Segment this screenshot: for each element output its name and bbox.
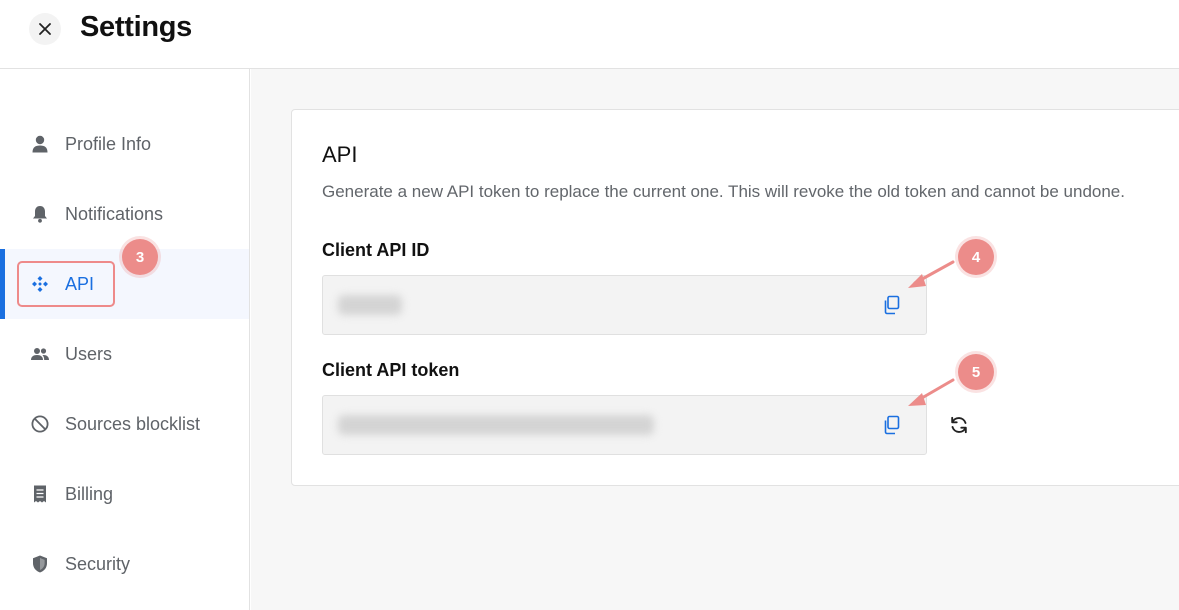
client-api-id-value-redacted [338, 295, 402, 315]
receipt-icon [31, 485, 49, 503]
close-icon [39, 23, 51, 35]
sidebar-item-users[interactable]: Users [0, 319, 249, 389]
api-card: API Generate a new API token to replace … [291, 109, 1179, 486]
annotation-badge-3: 3 [122, 239, 158, 275]
shield-icon [31, 555, 49, 573]
person-icon [31, 135, 49, 153]
client-api-token-label: Client API token [322, 360, 460, 380]
bell-icon [31, 205, 49, 223]
annotation-badge-5: 5 [958, 354, 994, 390]
sidebar: Profile Info Notifications API Users Sou… [0, 69, 250, 610]
refresh-icon[interactable] [948, 414, 970, 436]
sidebar-item-label: Users [65, 343, 113, 364]
client-api-id-field[interactable] [322, 275, 927, 335]
client-api-id-label: Client API ID [322, 240, 430, 260]
sidebar-item-billing[interactable]: Billing [0, 459, 249, 529]
sidebar-item-label: Profile Info [65, 133, 152, 154]
annotation-badge-4: 4 [958, 239, 994, 275]
client-api-token-field[interactable] [322, 395, 927, 455]
sidebar-item-security[interactable]: Security [0, 529, 249, 599]
copy-icon[interactable] [882, 415, 902, 435]
block-icon [31, 415, 49, 433]
page-title: Settings [80, 11, 192, 43]
sidebar-item-label: Billing [65, 483, 114, 504]
copy-icon[interactable] [882, 295, 902, 315]
users-icon [31, 345, 49, 363]
sidebar-item-sources-blocklist[interactable]: Sources blocklist [0, 389, 249, 459]
sidebar-item-label: Notifications [65, 203, 164, 224]
sidebar-item-notifications[interactable]: Notifications [0, 179, 249, 249]
section-title: API [322, 142, 358, 167]
header: Settings [0, 0, 1179, 69]
sidebar-item-profile-info[interactable]: Profile Info [0, 109, 249, 179]
sidebar-item-label: Security [65, 553, 131, 574]
close-button[interactable] [29, 13, 61, 45]
sidebar-item-label: Sources blocklist [65, 413, 201, 434]
annotation-highlight-box [17, 261, 115, 307]
client-api-token-value-redacted [338, 415, 654, 435]
main-content: API Generate a new API token to replace … [251, 69, 1179, 610]
section-description: Generate a new API token to replace the … [322, 182, 1125, 201]
